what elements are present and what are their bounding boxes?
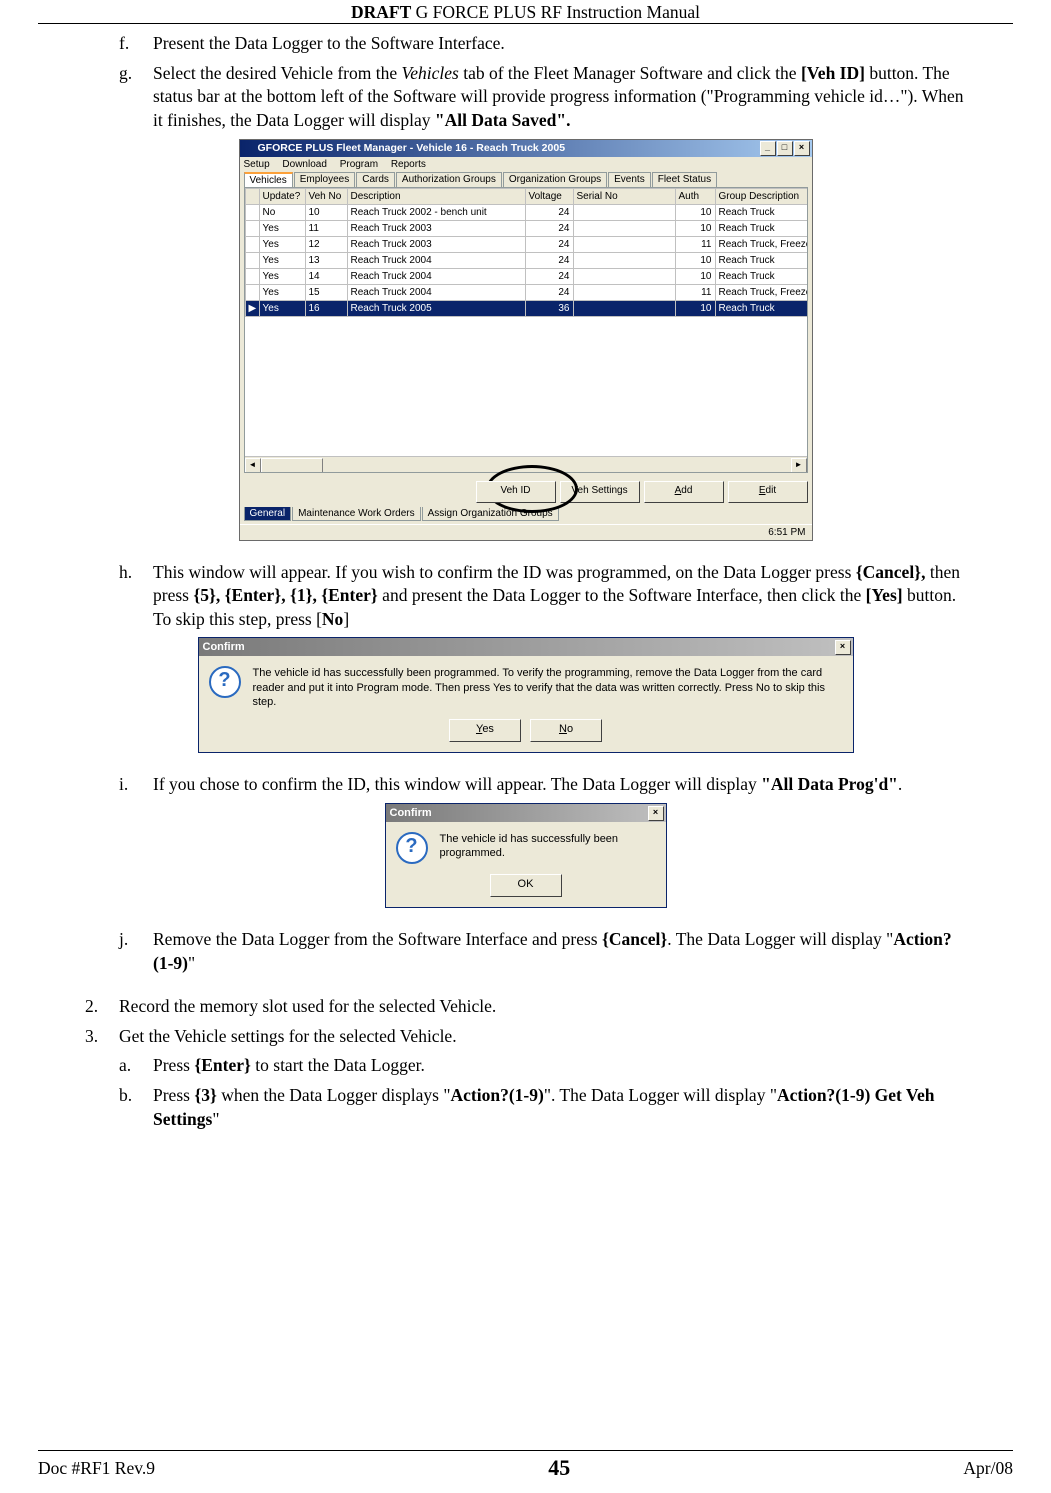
marker-h: h.	[119, 561, 153, 632]
scroll-left-icon[interactable]: ◄	[245, 458, 261, 473]
body-f: Present the Data Logger to the Software …	[153, 32, 966, 56]
btab-assign-org[interactable]: Assign Organization Groups	[422, 507, 559, 521]
step-h: h. This window will appear. If you wish …	[119, 561, 966, 632]
menu-program[interactable]: Program	[340, 159, 378, 170]
dlg2-ok-button[interactable]: OK	[490, 874, 562, 897]
footer-date: Apr/08	[963, 1458, 1013, 1479]
body-g: Select the desired Vehicle from the Vehi…	[153, 62, 966, 133]
marker-3b: b.	[119, 1084, 153, 1131]
tab-vehicles[interactable]: Vehicles	[244, 172, 293, 187]
header-title: G FORCE PLUS RF Instruction Manual	[411, 2, 700, 22]
table-row[interactable]: Yes11Reach Truck 20032410Reach Truck0.90…	[245, 220, 808, 236]
tab-events[interactable]: Events	[608, 172, 651, 187]
table-row[interactable]: No10Reach Truck 2002 - bench unit2410Rea…	[245, 204, 808, 220]
col-header[interactable]: Group Description	[715, 188, 808, 204]
question-icon: ?	[209, 666, 241, 698]
page-footer: Doc #RF1 Rev.9 45 Apr/08	[38, 1450, 1013, 1481]
col-header[interactable]: Veh No	[305, 188, 347, 204]
step-3b: b. Press {3} when the Data Logger displa…	[119, 1084, 966, 1131]
fleet-manager-window: GFORCE PLUS Fleet Manager - Vehicle 16 -…	[239, 139, 813, 541]
footer-page: 45	[548, 1455, 570, 1481]
dlg2-titlebar[interactable]: Confirm ×	[386, 804, 666, 822]
footer-doc: Doc #RF1 Rev.9	[38, 1458, 155, 1479]
dlg2-title-text: Confirm	[390, 807, 432, 819]
marker-3a: a.	[119, 1054, 153, 1078]
bottom-tabs: General Maintenance Work Orders Assign O…	[240, 507, 812, 524]
dlg1-titlebar[interactable]: Confirm ×	[199, 638, 853, 656]
table-row[interactable]: Yes15Reach Truck 20042411Reach Truck, Fr…	[245, 284, 808, 300]
tab-fleet-status[interactable]: Fleet Status	[652, 172, 717, 187]
maximize-button[interactable]: □	[777, 141, 793, 156]
marker-3: 3.	[85, 1025, 119, 1049]
col-header[interactable]: Serial No	[573, 188, 675, 204]
menu-download[interactable]: Download	[282, 159, 326, 170]
body-j: Remove the Data Logger from the Software…	[153, 928, 966, 975]
vehicle-grid[interactable]: Update?Veh NoDescriptionVoltageSerial No…	[244, 187, 808, 473]
table-row[interactable]: Yes12Reach Truck 20032411Reach Truck, Fr…	[245, 236, 808, 252]
question-icon-2: ?	[396, 832, 428, 864]
table-row[interactable]: ▶Yes16Reach Truck 20053610Reach Truck0.9…	[245, 300, 808, 316]
tab-employees[interactable]: Employees	[294, 172, 355, 187]
status-time: 6:51 PM	[768, 527, 805, 538]
horizontal-scrollbar[interactable]: ◄ ►	[245, 456, 807, 472]
confirm-dialog-ok: Confirm × ? The vehicle id has successfu…	[385, 803, 667, 908]
step-g: g. Select the desired Vehicle from the V…	[119, 62, 966, 133]
table-row[interactable]: Yes14Reach Truck 20042410Reach Truck0.90…	[245, 268, 808, 284]
veh-settings-button[interactable]: Veh Settings	[560, 481, 640, 503]
step-j: j. Remove the Data Logger from the Softw…	[119, 928, 966, 975]
body-3: Get the Vehicle settings for the selecte…	[119, 1025, 966, 1049]
marker-i: i.	[119, 773, 153, 797]
menu-reports[interactable]: Reports	[391, 159, 426, 170]
col-header[interactable]	[245, 188, 259, 204]
step-i: i. If you chose to confirm the ID, this …	[119, 773, 966, 797]
minimize-button[interactable]: _	[760, 141, 776, 156]
dlg2-message: The vehicle id has successfully been pro…	[440, 832, 652, 861]
col-header[interactable]: Auth	[675, 188, 715, 204]
marker-f: f.	[119, 32, 153, 56]
body-i: If you chose to confirm the ID, this win…	[153, 773, 966, 797]
step-f: f. Present the Data Logger to the Softwa…	[119, 32, 966, 56]
dlg2-close-button[interactable]: ×	[648, 806, 664, 821]
col-header[interactable]: Description	[347, 188, 525, 204]
dlg1-title-text: Confirm	[203, 641, 245, 653]
page-header: DRAFT G FORCE PLUS RF Instruction Manual	[38, 0, 1013, 24]
dlg1-close-button[interactable]: ×	[835, 640, 851, 655]
btab-general[interactable]: General	[244, 507, 292, 521]
body-3a: Press {Enter} to start the Data Logger.	[153, 1054, 966, 1078]
confirm-dialog-verify: Confirm × ? The vehicle id has successfu…	[198, 637, 854, 753]
step-3: 3. Get the Vehicle settings for the sele…	[85, 1025, 966, 1049]
step-2: 2. Record the memory slot used for the s…	[85, 995, 966, 1019]
col-header[interactable]: Voltage	[525, 188, 573, 204]
menu-bar[interactable]: Setup Download Program Reports	[240, 157, 812, 172]
tab-cards[interactable]: Cards	[356, 172, 395, 187]
marker-g: g.	[119, 62, 153, 133]
scroll-right-icon[interactable]: ►	[791, 458, 807, 473]
tab-auth-groups[interactable]: Authorization Groups	[396, 172, 502, 187]
body-3b: Press {3} when the Data Logger displays …	[153, 1084, 966, 1131]
window-titlebar[interactable]: GFORCE PLUS Fleet Manager - Vehicle 16 -…	[240, 140, 812, 157]
body-2: Record the memory slot used for the sele…	[119, 995, 966, 1019]
btab-maint[interactable]: Maintenance Work Orders	[292, 507, 421, 521]
col-header[interactable]: Update?	[259, 188, 305, 204]
menu-setup[interactable]: Setup	[244, 159, 270, 170]
window-title-text: GFORCE PLUS Fleet Manager - Vehicle 16 -…	[258, 142, 566, 154]
close-button[interactable]: ×	[794, 141, 810, 156]
edit-button[interactable]: Edit	[728, 481, 808, 503]
body-h: This window will appear. If you wish to …	[153, 561, 966, 632]
dlg1-yes-button[interactable]: Yes	[449, 719, 521, 742]
marker-j: j.	[119, 928, 153, 975]
step-3a: a. Press {Enter} to start the Data Logge…	[119, 1054, 966, 1078]
table-row[interactable]: Yes13Reach Truck 20042410Reach Truck0.90…	[245, 252, 808, 268]
dlg1-no-button[interactable]: No	[530, 719, 602, 742]
tab-org-groups[interactable]: Organization Groups	[503, 172, 607, 187]
veh-id-button[interactable]: Veh ID	[476, 481, 556, 503]
main-tabs: Vehicles Employees Cards Authorization G…	[240, 172, 812, 187]
dlg1-message: The vehicle id has successfully been pro…	[253, 666, 839, 709]
marker-2: 2.	[85, 995, 119, 1019]
add-button[interactable]: Add	[644, 481, 724, 503]
draft-label: DRAFT	[351, 2, 411, 22]
scroll-thumb[interactable]	[261, 458, 323, 473]
status-bar: 6:51 PM	[240, 524, 812, 540]
